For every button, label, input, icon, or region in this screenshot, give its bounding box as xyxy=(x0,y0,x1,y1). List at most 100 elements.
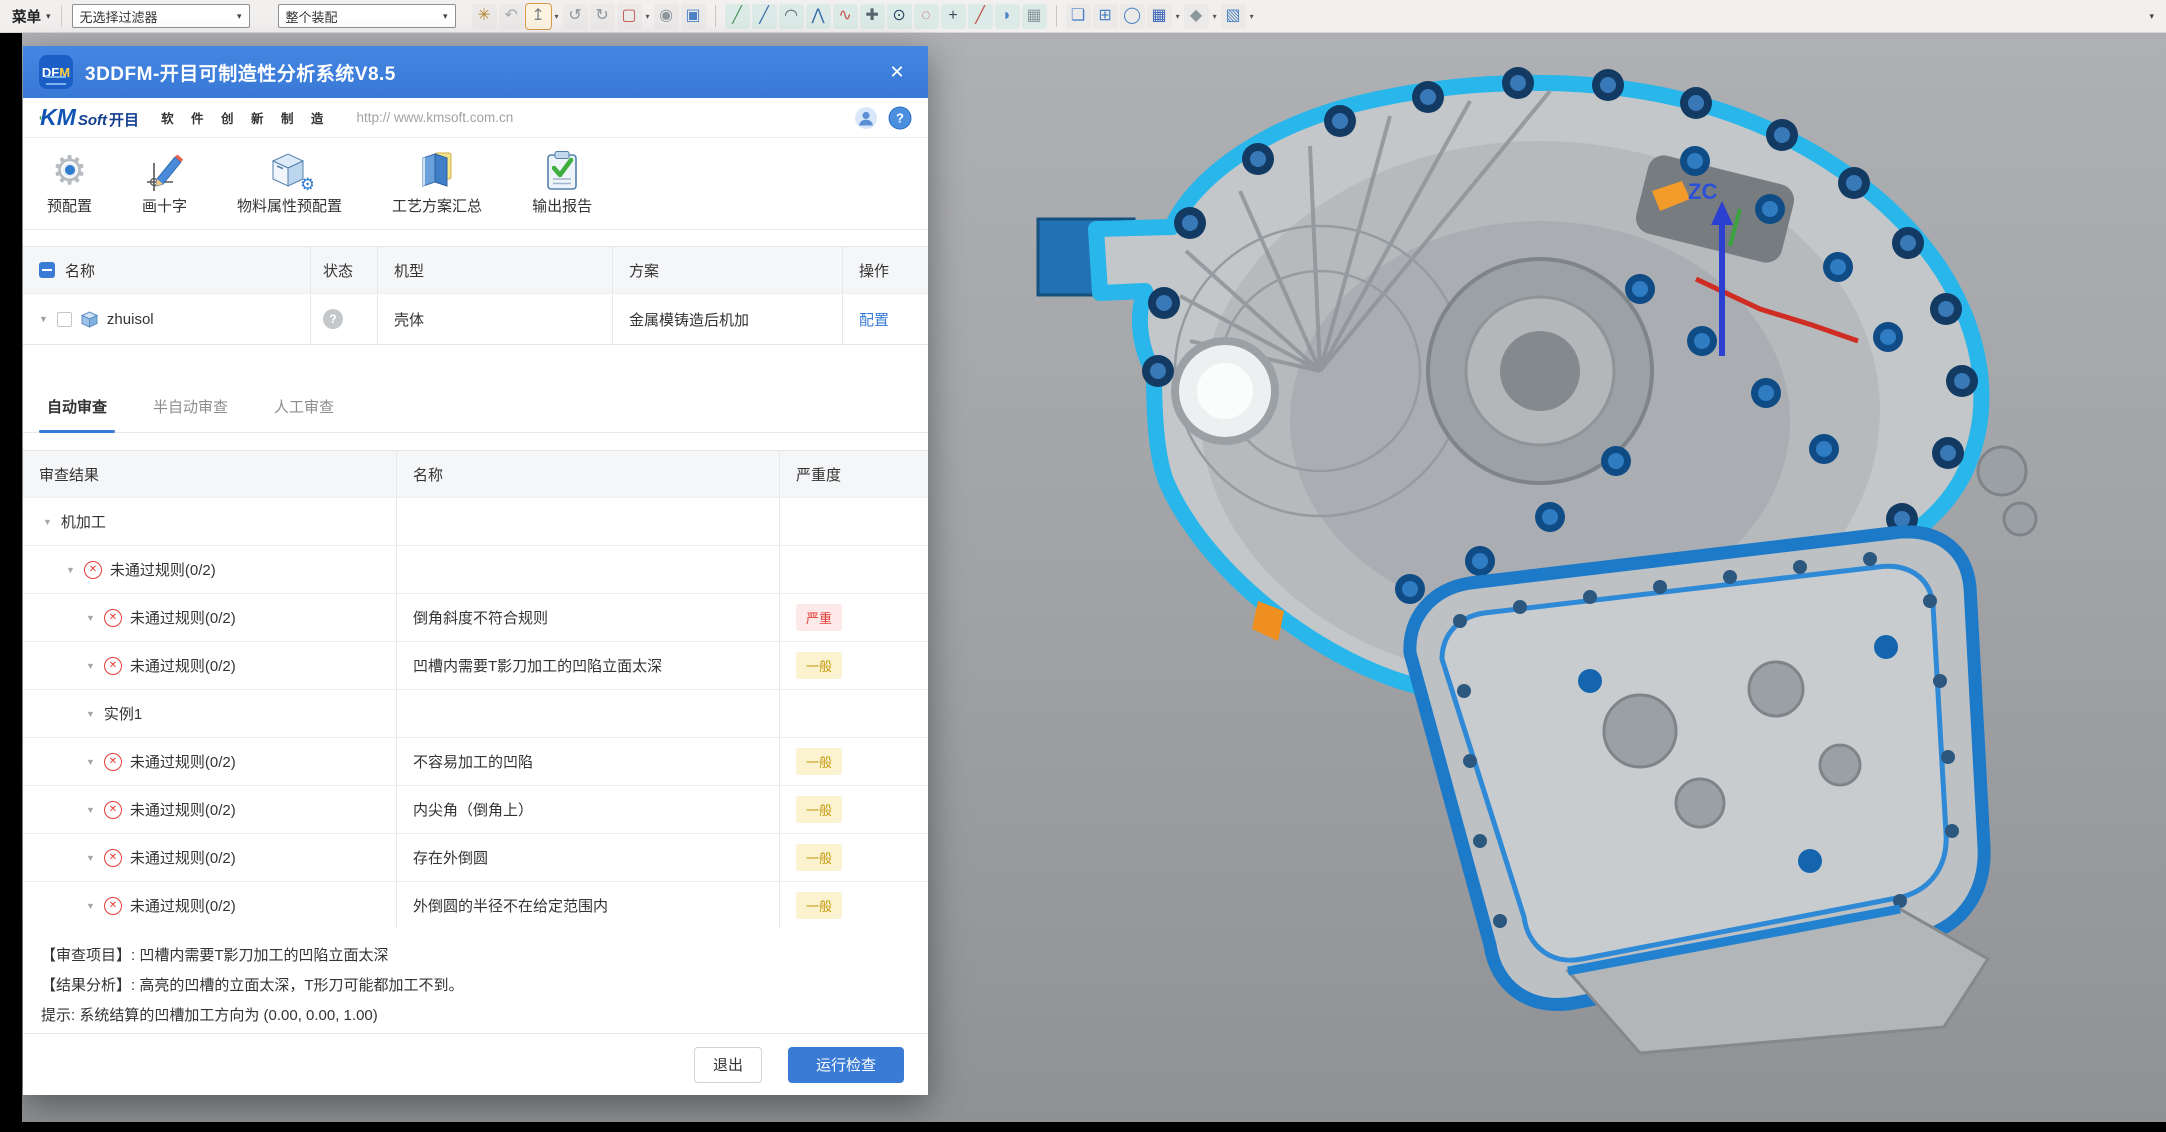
dialog-footer: 退出 运行检查 xyxy=(23,1033,928,1095)
expand-icon[interactable]: ▼ xyxy=(86,901,95,911)
solid-body-icon-caret[interactable]: ▾ xyxy=(1250,12,1254,21)
process-summary-button[interactable]: 工艺方案汇总 xyxy=(392,148,482,229)
snap-settings-icon[interactable]: ✳ xyxy=(472,4,497,29)
exit-button[interactable]: 退出 xyxy=(694,1047,762,1083)
globe-icon[interactable]: ◉ xyxy=(654,4,679,29)
face-icon[interactable]: ◗ xyxy=(995,4,1020,29)
dfm-toolbar: ⚙ 预配置 画十字 xyxy=(23,138,928,230)
arc-icon[interactable]: ◠ xyxy=(779,4,804,29)
fit-curve-icon[interactable]: ∿ xyxy=(833,4,858,29)
rotate-ccw-icon[interactable]: ↺ xyxy=(563,4,588,29)
spreadsheet-icon[interactable]: ▦ xyxy=(1147,4,1172,29)
select-all-checkbox[interactable] xyxy=(39,262,55,278)
sketch-line-icon[interactable]: ╱ xyxy=(968,4,993,29)
point-icon[interactable]: + xyxy=(941,4,966,29)
window-layout-icon[interactable]: ❏ xyxy=(1066,4,1091,29)
circle-icon[interactable]: ⊙ xyxy=(887,4,912,29)
rotate-cw-icon[interactable]: ↻ xyxy=(590,4,615,29)
output-report-button[interactable]: 输出报告 xyxy=(532,148,592,229)
region-select-icon-caret[interactable]: ▾ xyxy=(646,12,650,21)
expand-icon[interactable]: ▼ xyxy=(86,757,95,767)
expand-icon[interactable]: ▼ xyxy=(43,517,52,527)
tab-manual-review[interactable]: 人工审查 xyxy=(274,391,334,432)
shaded-display-icon[interactable]: ◆ xyxy=(1184,4,1209,29)
expand-icon[interactable]: ▼ xyxy=(86,805,95,815)
rule-label: 未通过规则(0/2) xyxy=(130,799,236,820)
gear-icon: ⚙ xyxy=(52,148,88,194)
fail-icon: ✕ xyxy=(104,609,122,627)
solid-body-icon[interactable]: ▧ xyxy=(1221,4,1246,29)
profile-line-icon[interactable]: ╱ xyxy=(725,4,750,29)
paste-special-icon-caret[interactable]: ▾ xyxy=(555,12,559,21)
rule-label: 未通过规则(0/2) xyxy=(130,655,236,676)
selection-scope-dropdown[interactable]: 整个装配▾ xyxy=(278,4,456,28)
rule-label: 未通过规则(0/2) xyxy=(130,751,236,772)
result-row[interactable]: ▼ ✕ 未通过规则(0/2) 倒角斜度不符合规则 严重 xyxy=(23,593,928,641)
rule-name: 倒角斜度不符合规则 xyxy=(396,594,779,641)
expand-icon[interactable]: ▼ xyxy=(86,613,95,623)
mesh-surface-icon[interactable]: ▦ xyxy=(1022,4,1047,29)
brand-slogan: 软 件 创 新 制 造 xyxy=(161,108,330,127)
part-checkbox[interactable] xyxy=(57,312,72,327)
severity-badge: 严重 xyxy=(796,604,842,631)
studio-spline-icon[interactable]: ⋀ xyxy=(806,4,831,29)
material-preconfig-button[interactable]: ⚙ 物料属性预配置 xyxy=(237,148,342,229)
expand-icon[interactable]: ▼ xyxy=(86,709,95,719)
expand-icon[interactable]: ▼ xyxy=(39,314,48,324)
spreadsheet-icon-caret[interactable]: ▾ xyxy=(1176,12,1180,21)
detail-panel: 【审查项目】: 凹槽内需要T影刀加工的凹陷立面太深 【结果分析】: 高亮的凹槽的… xyxy=(23,929,928,1033)
layer-settings-icon[interactable]: ▣ xyxy=(681,4,706,29)
part-name: zhuisol xyxy=(107,311,154,328)
run-check-button[interactable]: 运行检查 xyxy=(788,1047,904,1083)
result-row[interactable]: ▼ 机加工 xyxy=(23,497,928,545)
result-row[interactable]: ▼ ✕ 未通过规则(0/2) xyxy=(23,545,928,593)
configure-link[interactable]: 配置 xyxy=(859,309,889,330)
result-row[interactable]: ▼ ✕ 未通过规则(0/2) 存在外倒圆 一般 xyxy=(23,833,928,881)
user-icon[interactable] xyxy=(854,106,878,130)
close-icon[interactable]: ✕ xyxy=(882,62,912,83)
result-row[interactable]: ▼ ✕ 未通过规则(0/2) 外倒圆的半径不在给定范围内 一般 xyxy=(23,881,928,929)
help-icon[interactable]: ? xyxy=(888,106,912,130)
torus-icon[interactable]: ◯ xyxy=(1120,4,1145,29)
rule-name xyxy=(396,690,779,737)
draw-cross-button[interactable]: 画十字 xyxy=(142,148,187,229)
severity-badge: 一般 xyxy=(796,892,842,919)
rule-name: 不容易加工的凹陷 xyxy=(396,738,779,785)
rule-label: 实例1 xyxy=(104,703,142,724)
region-select-icon[interactable]: ▢ xyxy=(617,4,642,29)
paste-special-icon[interactable]: ↥ xyxy=(526,4,551,29)
report-check-icon xyxy=(542,148,582,194)
tab-auto-review[interactable]: 自动审查 xyxy=(47,391,107,432)
severity-badge: 一般 xyxy=(796,652,842,679)
expand-icon[interactable]: ▼ xyxy=(86,853,95,863)
menu-button[interactable]: 菜单▾ xyxy=(12,6,51,27)
result-row[interactable]: ▼ ✕ 未通过规则(0/2) 内尖角（倒角上） 一般 xyxy=(23,785,928,833)
brand-url: http:// www.kmsoft.com.cn xyxy=(356,110,844,125)
result-row[interactable]: ▼ ✕ 未通过规则(0/2) 凹槽内需要T影刀加工的凹陷立面太深 一般 xyxy=(23,641,928,689)
detail-line-3: 提示: 系统结算的凹槽加工方向为 (0.00, 0.00, 1.00) xyxy=(41,1001,910,1031)
toolbar-overflow-caret[interactable]: ▾ xyxy=(2149,11,2154,22)
chevron-down-icon: ▾ xyxy=(237,11,242,22)
selection-filter-dropdown[interactable]: 无选择过滤器▾ xyxy=(72,4,250,28)
result-table-header: 审查结果 名称 严重度 xyxy=(23,451,928,497)
tab-semi-auto-review[interactable]: 半自动审查 xyxy=(153,391,228,432)
result-row[interactable]: ▼ ✕ 未通过规则(0/2) 不容易加工的凹陷 一般 xyxy=(23,737,928,785)
datum-axis-icon[interactable]: ✚ xyxy=(860,4,885,29)
line-icon[interactable]: ╱ xyxy=(752,4,777,29)
result-row[interactable]: ▼ 实例1 xyxy=(23,689,928,737)
fail-icon: ✕ xyxy=(104,657,122,675)
cad-menu-bar: 菜单▾ 无选择过滤器▾ 整个装配▾ ✳↶↥▾↺↻▢▾◉▣╱╱◠⋀∿✚⊙◌+╱◗▦… xyxy=(0,0,2166,33)
undo-icon[interactable]: ↶ xyxy=(499,4,524,29)
plan-name: 金属模铸造后机加 xyxy=(629,309,749,330)
expand-icon[interactable]: ▼ xyxy=(86,661,95,671)
expand-icon[interactable]: ▼ xyxy=(66,565,75,575)
review-tabs: 自动审查 半自动审查 人工审查 xyxy=(23,391,928,433)
preconfig-button[interactable]: ⚙ 预配置 xyxy=(47,148,92,229)
rule-name xyxy=(396,546,779,593)
dialog-titlebar[interactable]: DFM 3DDFM-开目可制造性分析系统V8.5 ✕ xyxy=(23,46,928,98)
shaded-display-icon-caret[interactable]: ▾ xyxy=(1213,12,1217,21)
part-row[interactable]: ▼ zhuisol ? 壳体 金属模铸造后机加 配置 xyxy=(23,293,928,344)
display-window-icon[interactable]: ⊞ xyxy=(1093,4,1118,29)
gearbox-housing-model[interactable]: ZC xyxy=(940,41,2166,1111)
ellipse-icon[interactable]: ◌ xyxy=(914,4,939,29)
